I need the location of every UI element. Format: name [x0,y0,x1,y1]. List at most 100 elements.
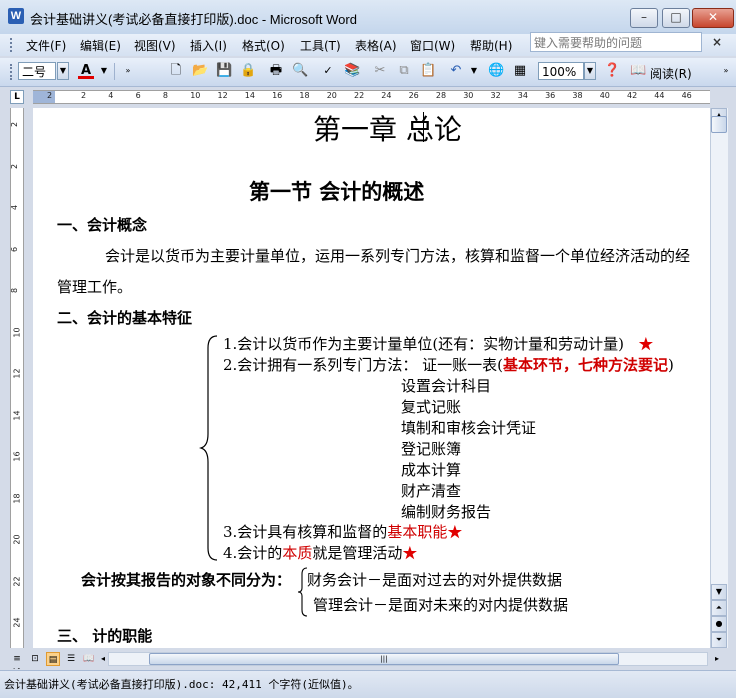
menu-table[interactable]: 表格(A) [355,37,397,54]
menu-format[interactable]: 格式(O) [242,37,285,54]
toolbar-grip[interactable] [10,64,15,80]
font-size-select[interactable]: 二号 [18,62,56,80]
method-item: 编制财务报告 [401,503,492,521]
minimize-button[interactable]: – [630,8,658,28]
vertical-scrollbar[interactable]: ▲ ▼ ⏶ ● ⏷ [710,108,728,648]
section-title: 第一节 会计的概述 [249,179,425,204]
outline-view-icon[interactable]: ☰ [64,652,78,666]
report-item: 管理会计－是面对未来的对内提供数据 [313,596,569,614]
close-document-icon[interactable]: × [712,35,722,49]
menu-file[interactable]: 文件(F) [26,37,66,54]
ruler-tick-label: 12 [12,368,22,379]
menubar-grip[interactable] [10,38,15,52]
ruler-tick-label: 2 [81,91,87,100]
next-page-icon[interactable]: ⏷ [711,632,727,648]
toolbar-separator [114,63,115,80]
toolbar-overflow-icon[interactable]: » [718,63,734,79]
browse-object-icon[interactable]: ● [711,616,727,632]
font-color-icon[interactable]: A [78,63,94,79]
window-title: 会计基础讲义(考试必备直接打印版).doc - Microsoft Word [30,12,357,27]
scroll-down-icon[interactable]: ▼ [711,584,727,600]
hyperlink-icon[interactable]: 🌐 [488,63,504,79]
ruler-tick-label: 24 [12,617,22,628]
method-item: 登记账簿 [401,440,462,458]
maximize-button[interactable]: □ [662,8,690,28]
ruler-tick-label: 6 [10,246,20,252]
ruler-tick-label: 20 [326,91,337,100]
ruler-tick-label: 14 [244,91,255,100]
text-cursor [423,112,424,142]
vertical-ruler[interactable]: 22468101214161820222426 [10,108,24,669]
report-label: 会计按其报告的对象不同分为： [81,571,292,589]
paste-icon[interactable]: 📋 [420,63,436,79]
ruler-tick-label: 38 [572,91,583,100]
ruler-tick-label: 2 [47,91,53,100]
horizontal-ruler[interactable]: 2 2 4 6 8 10 12 14 16 18 20 22 24 26 28 30 32 34 36 38 40 42 4… [33,90,710,104]
ruler-tick-label: 24 [381,91,392,100]
ruler-tick-label: 22 [354,91,365,100]
new-document-icon[interactable]: 🗋 [168,63,184,79]
ruler-tick-label: 14 [12,409,22,421]
ruler-tick-label: 10 [12,326,22,338]
scroll-thumb[interactable] [711,116,727,133]
scroll-right-icon[interactable]: ▸ [710,652,724,666]
ruler-tick-label: 40 [599,91,610,100]
method-item: 复式记账 [401,398,462,416]
formatting-toolbar: 二号 ▼ A ▼ » 🗋 📂 💾 🔒 🖶 🔍 ✓ 📚 ✂ ⧉ 📋 ↶ ▼ 🌐 ▦… [0,58,736,87]
print-preview-icon[interactable]: 🔍 [292,63,308,79]
previous-page-icon[interactable]: ⏶ [711,600,727,616]
read-mode-icon[interactable]: 📖 [630,63,646,79]
menu-help[interactable]: 帮助(H) [470,37,512,54]
zoom-select[interactable]: 100% [538,62,584,80]
ruler-tick-label: 20 [12,534,22,545]
read-mode-button[interactable]: 阅读(R) [650,65,692,82]
menu-view[interactable]: 视图(V) [134,37,176,54]
normal-view-icon[interactable]: ≡ [10,652,24,666]
ruler-tick-label: 6 [135,91,141,100]
help-search-input[interactable]: 键入需要帮助的问题 [530,32,702,52]
print-icon[interactable]: 🖶 [268,63,284,79]
horizontal-scrollbar[interactable]: ||| [108,652,708,666]
copy-icon[interactable]: ⧉ [396,63,412,79]
font-color-dropdown-icon[interactable]: ▼ [96,63,112,79]
toolbar-options-icon[interactable]: » [120,63,136,79]
reading-view-icon[interactable]: 📖 [82,652,96,666]
tables-borders-icon[interactable]: ▦ [512,63,528,79]
open-folder-icon[interactable]: 📂 [192,63,208,79]
research-icon[interactable]: 📚 [344,63,360,79]
menu-edit[interactable]: 编辑(E) [80,37,121,54]
ruler-tick-label: 8 [162,91,168,100]
undo-icon[interactable]: ↶ [448,63,464,79]
feature-1: 1.会计以货币作为主要计量单位(还有：实物计量和劳动计量) ★ [223,335,654,353]
ruler-tick-label: 10 [190,91,201,100]
permission-icon[interactable]: 🔒 [240,63,256,79]
menu-window[interactable]: 窗口(W) [410,37,455,54]
status-text: 会计基础讲义(考试必备直接打印版).doc: 42,411 个字符(近似值)。 [4,678,359,691]
ruler-tick-label: 22 [12,575,22,587]
feature-brace [199,335,218,561]
star-icon: ★ [447,523,463,541]
view-bar: ≡ ⊡ ▤ ☰ 📖 ◂ ||| ▸ [0,650,736,668]
ruler-tick-label: 4 [10,204,20,211]
close-window-button[interactable]: ✕ [692,8,734,28]
feature-3: 3.会计具有核算和监督的基本职能★ [223,523,463,541]
save-icon[interactable]: 💾 [216,63,232,79]
print-layout-view-icon[interactable]: ▤ [46,652,60,666]
tab-stop-selector[interactable]: L [10,90,24,104]
menu-insert[interactable]: 插入(I) [190,37,227,54]
web-view-icon[interactable]: ⊡ [28,652,42,666]
zoom-dropdown-icon[interactable]: ▼ [584,62,596,80]
ruler-tick-label: 4 [108,91,114,100]
ruler-tick-label: 12 [217,91,228,100]
help-icon[interactable]: ❓ [604,63,620,79]
undo-dropdown-icon[interactable]: ▼ [466,63,482,79]
ruler-tick-label: 18 [12,492,22,504]
horizontal-scroll-thumb[interactable]: ||| [149,653,619,665]
font-size-dropdown-icon[interactable]: ▼ [57,62,69,80]
heading-concept: 一、会计概念 [57,216,148,234]
spelling-icon[interactable]: ✓ [320,63,336,79]
document-page[interactable]: 第一章 总论 第一节 会计的概述 一、会计概念 会计是以货币为主要计量单位，运用… [33,108,710,648]
menu-tools[interactable]: 工具(T) [300,37,341,54]
word-app-icon[interactable]: W [8,8,24,24]
cut-icon[interactable]: ✂ [372,63,388,79]
